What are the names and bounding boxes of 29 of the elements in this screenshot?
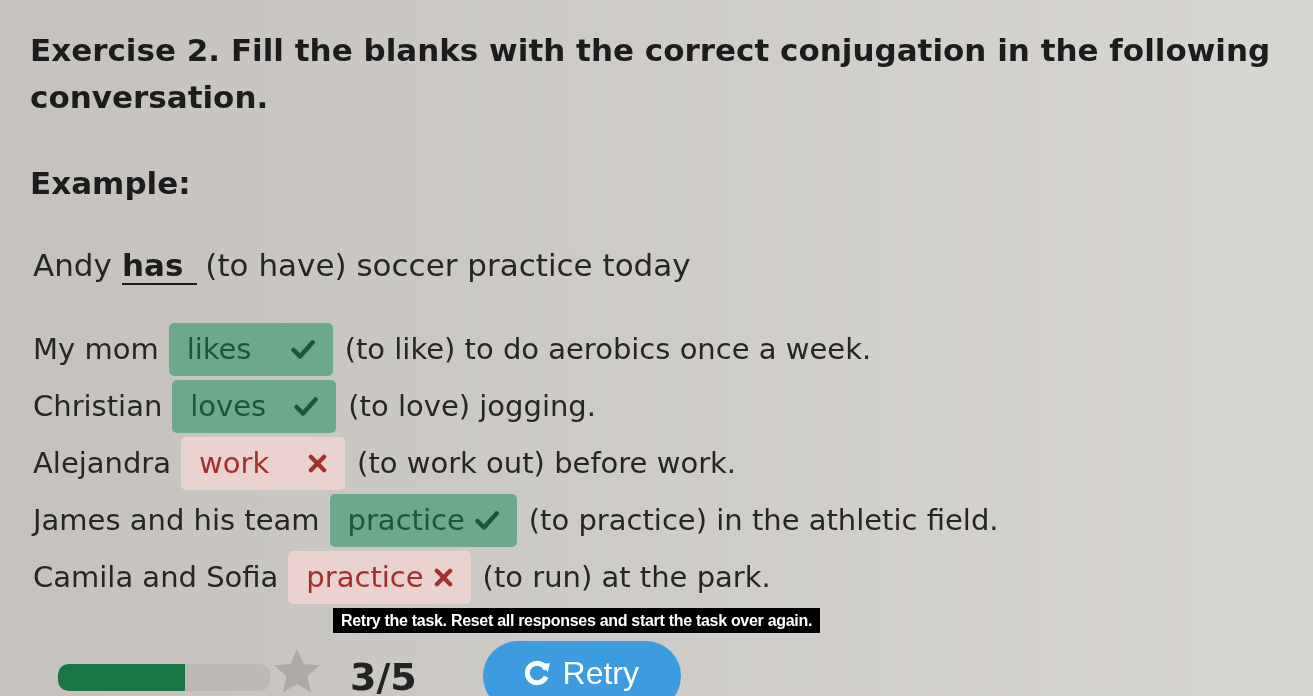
subject-text: My mom (33, 330, 159, 368)
answer-box[interactable]: work (181, 437, 346, 490)
check-icon (290, 340, 315, 359)
score-text: 3/5 (350, 655, 417, 696)
cross-icon (308, 454, 328, 473)
cross-icon (433, 568, 453, 587)
check-icon (474, 511, 499, 530)
subject-text: Alejandra (33, 444, 172, 482)
tooltip: Retry the task. Reset all responses and start the task over again. (333, 608, 821, 633)
hint-text: (to work out) before work. (357, 444, 737, 482)
answer-box[interactable]: likes (168, 323, 333, 376)
exercise-title: Exercise 2. Fill the blanks with the correct conjugation in the following conversation. (30, 31, 1272, 117)
hint-text: (to run) at the park. (482, 558, 771, 596)
fill-in-line: has (121, 247, 198, 285)
hint-text: (to have) soccer practice today (205, 246, 691, 285)
hint-text: (to practice) in the athletic field. (528, 501, 999, 539)
hint-text: (to like) to do aerobics once a week. (344, 330, 872, 368)
check-icon (294, 397, 319, 416)
subject-text: Christian (33, 387, 163, 425)
answer-box[interactable]: practice (329, 494, 517, 547)
answer-box[interactable]: loves (172, 380, 337, 433)
answer-box[interactable]: practice (288, 551, 471, 604)
subject-text: Andy (33, 246, 112, 285)
hint-text: (to love) jogging. (348, 387, 596, 425)
retry-button[interactable]: Retry (482, 641, 681, 696)
example-heading: Example: (30, 164, 191, 203)
subject-text: James and his team (33, 501, 320, 539)
refresh-icon (524, 660, 551, 686)
subject-text: Camila and Sofia (33, 558, 279, 596)
